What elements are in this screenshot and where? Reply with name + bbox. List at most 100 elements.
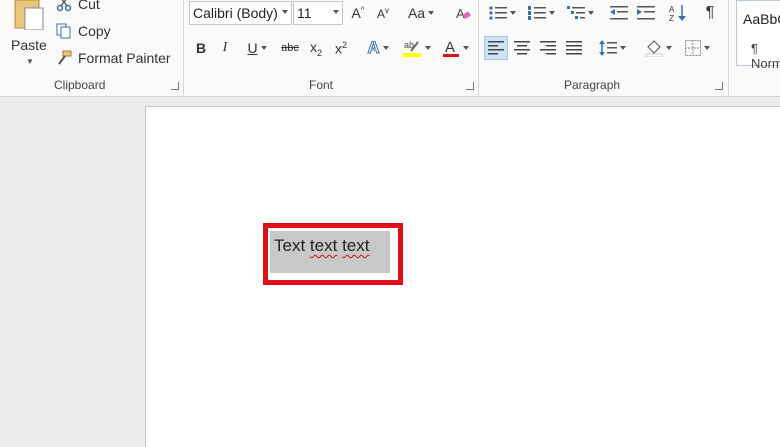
align-center-button[interactable] (510, 36, 534, 60)
align-left-icon (488, 41, 504, 55)
increase-indent-icon (637, 6, 655, 20)
chevron-down-icon (462, 46, 469, 50)
group-separator (183, 0, 184, 96)
font-size-field[interactable]: 11 (293, 1, 343, 25)
svg-text:A: A (445, 39, 455, 56)
group-separator (478, 0, 479, 96)
italic-button[interactable]: I (216, 36, 234, 60)
chevron-down-icon (587, 11, 594, 15)
chevron-down-icon (424, 46, 431, 50)
chevron-down-icon[interactable] (333, 10, 339, 14)
scissors-icon (56, 0, 72, 12)
bold-icon: B (195, 40, 207, 56)
paste-label[interactable]: Paste (11, 37, 47, 53)
decrease-indent-icon (610, 6, 628, 20)
superscript-icon: x2 (334, 39, 347, 57)
font-dialog-launcher[interactable] (466, 82, 474, 90)
font-group-label: Font (309, 78, 334, 92)
shrink-font-icon: Av (376, 5, 389, 21)
align-left-button[interactable] (484, 36, 508, 60)
italic-icon: I (222, 40, 228, 55)
pilcrow-icon: ¶ (705, 4, 715, 21)
multilevel-list-button[interactable] (562, 1, 598, 25)
cut-button[interactable]: Cut (56, 0, 100, 14)
paste-button[interactable] (13, 0, 47, 31)
strikethrough-button[interactable]: abc (278, 36, 302, 60)
font-size-value: 11 (297, 5, 312, 21)
chevron-down-icon[interactable] (282, 10, 288, 14)
format-painter-button[interactable]: Format Painter (56, 48, 171, 68)
annotation-highlight-box (263, 223, 403, 285)
svg-text:A: A (669, 5, 675, 14)
paintbrush-icon (58, 50, 72, 65)
show-marks-button[interactable]: ¶ (699, 1, 721, 25)
shrink-font-button[interactable]: Av (372, 1, 394, 25)
paste-icon (14, 0, 44, 31)
borders-button[interactable] (679, 36, 715, 60)
justify-button[interactable] (562, 36, 586, 60)
font-name-field[interactable]: Calibri (Body) (189, 1, 292, 25)
copy-icon (56, 23, 71, 39)
text-effects-icon: A (367, 38, 380, 58)
font-name-value: Calibri (Body) (193, 5, 278, 21)
decrease-indent-button[interactable] (607, 1, 631, 25)
style-normal[interactable]: AaBbCcDc ¶ Normal (736, 0, 780, 71)
clear-formatting-button[interactable]: A (452, 1, 474, 25)
borders-icon (684, 40, 701, 56)
numbered-list-icon (527, 6, 546, 20)
sort-button[interactable]: A Z (667, 1, 689, 25)
chevron-down-icon (619, 46, 626, 50)
ribbon: Paste ▼ Cut Copy Format Painter Clipboar… (0, 0, 780, 97)
document-page[interactable] (145, 106, 780, 447)
increase-indent-button[interactable] (634, 1, 658, 25)
format-painter-label: Format Painter (78, 50, 171, 66)
grow-font-button[interactable]: A^ (347, 1, 369, 25)
chevron-down-icon (548, 11, 555, 15)
svg-text:A: A (456, 6, 465, 21)
sort-icon: A Z (669, 5, 686, 22)
superscript-button[interactable]: x2 (330, 36, 352, 60)
chevron-down-icon (428, 11, 435, 15)
paste-dropdown-icon[interactable]: ▼ (26, 57, 34, 66)
highlight-color-button[interactable]: ab (398, 36, 434, 60)
justify-icon (566, 41, 582, 55)
underline-icon: U (247, 40, 258, 56)
align-right-button[interactable] (536, 36, 560, 60)
underline-button[interactable]: U (242, 36, 272, 60)
grow-font-icon: A^ (351, 5, 365, 21)
paragraph-dialog-launcher[interactable] (715, 82, 723, 90)
group-separator (728, 0, 729, 96)
font-color-button[interactable]: A (438, 36, 472, 60)
copy-button[interactable]: Copy (56, 21, 111, 41)
multilevel-list-icon (566, 6, 585, 19)
chevron-down-icon (509, 11, 516, 15)
align-center-icon (514, 41, 530, 55)
text-effects-button[interactable]: A (362, 36, 394, 60)
line-spacing-icon (598, 40, 617, 56)
paint-bucket-icon (645, 40, 662, 57)
shading-button[interactable] (640, 36, 676, 60)
copy-label: Copy (78, 23, 111, 39)
bold-button[interactable]: B (192, 36, 210, 60)
clipboard-group-label: Clipboard (54, 78, 106, 92)
numbering-button[interactable] (523, 1, 559, 25)
paragraph-group-label: Paragraph (564, 78, 621, 92)
bullet-list-icon (488, 6, 507, 20)
clipboard-dialog-launcher[interactable] (171, 82, 179, 90)
change-case-label: Aa (407, 5, 426, 21)
chevron-down-icon (703, 46, 710, 50)
font-color-icon: A (442, 39, 459, 57)
line-spacing-button[interactable] (594, 36, 630, 60)
subscript-button[interactable]: x2 (305, 36, 327, 60)
bullets-button[interactable] (484, 1, 520, 25)
chevron-down-icon (665, 46, 672, 50)
svg-text:Z: Z (669, 14, 674, 22)
clear-formatting-icon: A (456, 6, 471, 21)
style-sample-text: AaBbCcDc (743, 11, 780, 27)
align-right-icon (540, 41, 556, 55)
change-case-button[interactable]: Aa (404, 1, 438, 25)
strikethrough-icon: abc (281, 42, 299, 54)
subscript-icon: x2 (309, 38, 322, 58)
chevron-down-icon (382, 46, 389, 50)
chevron-down-icon (260, 46, 267, 50)
